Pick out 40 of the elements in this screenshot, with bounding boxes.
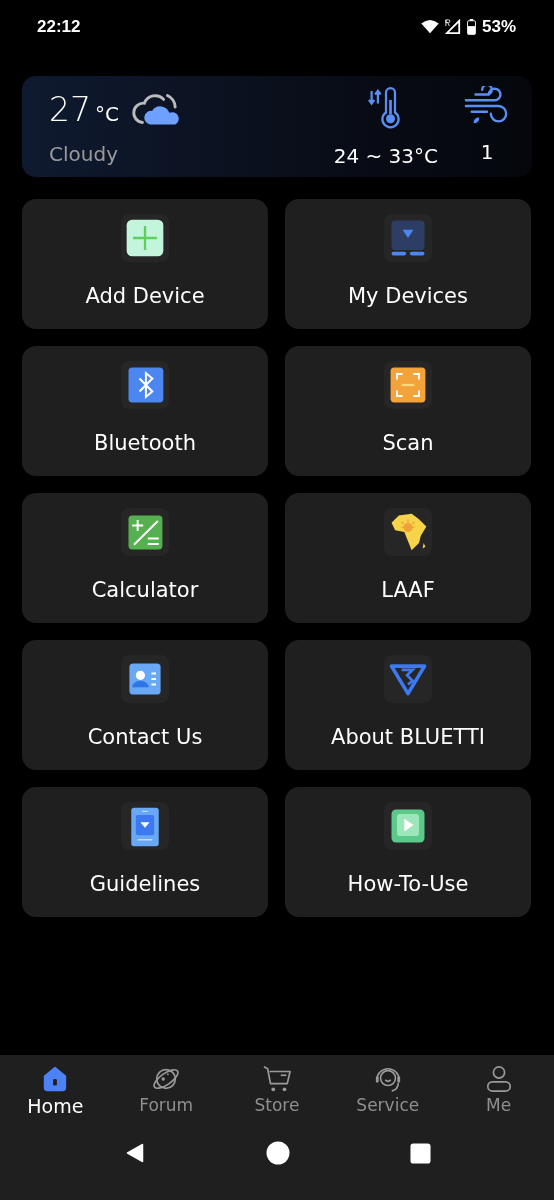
tile-label: Guidelines [89, 872, 201, 896]
menu-tile[interactable]: How-To-Use [285, 787, 531, 917]
tile-label: My Devices [348, 284, 468, 308]
menu-tile[interactable]: About BLUETTI [285, 640, 531, 770]
wind-icon [464, 86, 510, 126]
tile-label: Calculator [91, 578, 199, 602]
tile-label: Bluetooth [94, 431, 196, 455]
menu-tile[interactable]: Bluetooth [22, 346, 268, 476]
menu-tile[interactable]: Contact Us [22, 640, 268, 770]
temperature-range: 24 ~ 33°C [333, 144, 438, 168]
nav-tab[interactable]: Me [448, 1065, 549, 1117]
menu-tile[interactable]: LAAF [285, 493, 531, 623]
wifi-icon [420, 20, 439, 34]
nav-tab[interactable]: Home [5, 1065, 106, 1117]
menu-tile[interactable]: Guidelines [22, 787, 268, 917]
temperature: 27 [49, 89, 91, 129]
tile-label: Scan [382, 431, 434, 455]
cart-icon [262, 1065, 292, 1093]
battery-icon [466, 19, 476, 35]
tile-label: LAAF [381, 578, 435, 602]
weather-card[interactable]: 27°C Cloudy 24 ~ 33°C 1 [22, 76, 532, 177]
tile-label: Contact Us [87, 725, 203, 749]
signal-icon [444, 19, 461, 35]
nav-tab[interactable]: Service [337, 1065, 438, 1117]
recents-icon [409, 1142, 431, 1164]
menu-tile[interactable]: My Devices [285, 199, 531, 329]
home-button-icon [265, 1141, 290, 1165]
nav-tab[interactable]: Store [227, 1065, 327, 1117]
menu-tile[interactable]: Add Device [22, 199, 268, 329]
weather-condition: Cloudy [49, 142, 119, 166]
tile-label: How-To-Use [347, 872, 469, 896]
tile-label: Add Device [85, 284, 205, 308]
battery-level: 53% [481, 17, 516, 37]
tile-label: About BLUETTI [331, 725, 485, 749]
wind-level: 1 [480, 140, 494, 164]
nav-tab[interactable]: Forum [116, 1065, 217, 1117]
temperature-unit: °C [95, 102, 119, 126]
status-time: 22:12 [37, 17, 81, 37]
menu-tile[interactable]: Calculator [22, 493, 268, 623]
menu-tile[interactable]: Scan [285, 346, 531, 476]
